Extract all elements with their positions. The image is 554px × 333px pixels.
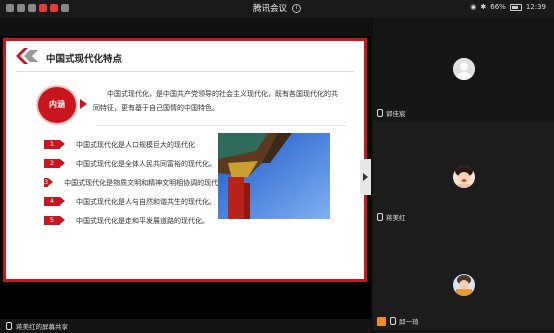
participant-tile[interactable]: 蒋美红 (373, 122, 554, 226)
photo-avatar-icon (453, 166, 475, 188)
point-number: 5 (44, 216, 65, 225)
eye-icon: ◉ (470, 3, 477, 11)
slide-title: 中国式现代化特点 (46, 54, 123, 65)
participant-tile[interactable]: 邱一琦 (373, 226, 554, 330)
meeting-title-text: 腾讯会议 (252, 4, 287, 14)
participant-tile[interactable]: 郭佳宸 (373, 18, 554, 122)
avatar (453, 166, 475, 188)
avatar (453, 58, 475, 80)
point-number: 3 (44, 178, 54, 187)
slide-logo-icon (16, 48, 38, 64)
divider (96, 125, 346, 126)
system-status: ◉ ✱ 66% 12:39 (470, 3, 546, 11)
default-avatar-icon (453, 58, 475, 80)
list-item: 5 中国式现代化是走和平发展道路的现代化。 (44, 211, 224, 230)
list-item: 2 中国式现代化是全体人民共同富裕的现代化。 (44, 154, 224, 173)
divider (16, 71, 354, 72)
microphone-icon (390, 317, 396, 325)
avatar (453, 274, 475, 296)
points-list: 1 中国式现代化是人口规模巨大的现代化 2 中国式现代化是全体人民共同富裕的现代… (44, 135, 232, 230)
point-text: 中国式现代化是人口规模巨大的现代化 (76, 140, 195, 149)
neihan-text: 中国式现代化，是中国共产党领导的社会主义现代化，既有各国现代化的共同特征，更有基… (93, 90, 338, 112)
arrow-icon (80, 99, 87, 109)
participant-name: 蒋美红 (377, 212, 406, 222)
point-text: 中国式现代化是人与自然和谐共生的现代化。 (76, 197, 216, 206)
participant-name: 郭佳宸 (377, 108, 406, 118)
user-badge-icon (377, 316, 386, 326)
point-text: 中国式现代化是全体人民共同富裕的现代化。 (76, 159, 216, 168)
neihan-badge: 内涵 (38, 87, 76, 123)
info-icon[interactable]: i (292, 4, 301, 13)
share-footer: 蒋美红的屏幕共享 (0, 319, 371, 333)
battery-percent: 66% (490, 3, 506, 11)
participant-name: 邱一琦 (377, 316, 419, 326)
clock: 12:39 (525, 3, 546, 11)
bluetooth-icon: ✱ (480, 3, 487, 11)
battery-icon (509, 3, 522, 11)
microphone-icon (6, 322, 12, 330)
architecture-photo (218, 133, 330, 219)
participant-name-text: 郭佳宸 (386, 110, 406, 118)
point-number: 2 (44, 159, 65, 168)
shared-slide: 中国式现代化特点 内涵 中国式现代化，是中国共产党领导的社会主义现代化，既有各国… (3, 38, 367, 282)
list-item: 3 中国式现代化是物质文明和精神文明相协调的现代化。 (44, 173, 232, 192)
panel-toggle-button[interactable] (360, 159, 371, 195)
share-owner-label: 蒋美红的屏幕共享 (16, 323, 68, 331)
microphone-icon (377, 213, 383, 221)
participants-panel: 郭佳宸 蒋美红 邱一琦 (371, 18, 554, 333)
status-bar: 腾讯会议 i ◉ ✱ 66% 12:39 (0, 0, 554, 18)
list-item: 1 中国式现代化是人口规模巨大的现代化 (44, 135, 224, 154)
point-text: 中国式现代化是走和平发展道路的现代化。 (76, 216, 209, 225)
photo-avatar-icon (453, 274, 475, 296)
point-number: 1 (44, 140, 65, 149)
point-text: 中国式现代化是物质文明和精神文明相协调的现代化。 (64, 178, 233, 187)
participant-name-text: 邱一琦 (399, 318, 419, 326)
participant-name-text: 蒋美红 (386, 214, 406, 222)
list-item: 4 中国式现代化是人与自然和谐共生的现代化。 (44, 192, 224, 211)
microphone-icon (377, 109, 383, 117)
point-number: 4 (44, 197, 65, 206)
